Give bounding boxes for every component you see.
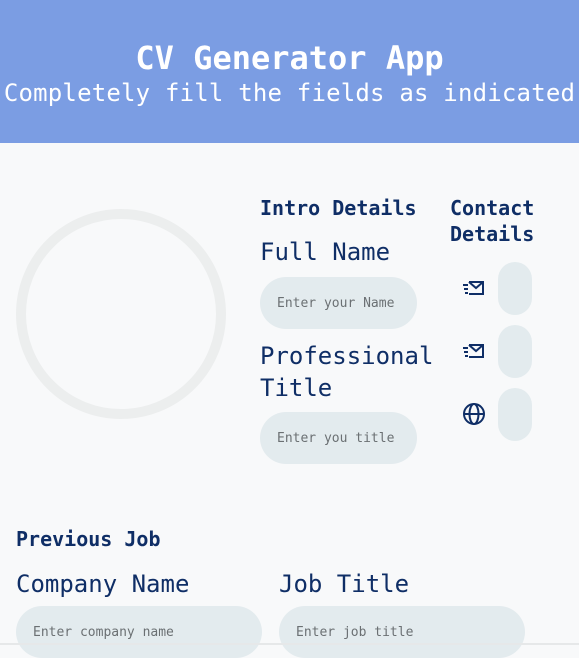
previous-job-section-title: Previous Job xyxy=(16,527,161,551)
contact-section-title: Contact Details xyxy=(450,196,535,246)
company-name-label: Company Name xyxy=(16,570,190,598)
app-title: CV Generator App xyxy=(135,39,444,77)
full-name-input[interactable] xyxy=(260,277,417,329)
profile-photo-placeholder[interactable] xyxy=(16,209,226,419)
job-title-input[interactable] xyxy=(279,606,525,658)
intro-section-title: Intro Details xyxy=(260,196,417,220)
mail-icon xyxy=(463,281,484,295)
globe-icon xyxy=(463,403,485,425)
app-header: CV Generator App Completely fill the fie… xyxy=(0,0,579,143)
app-subtitle: Completely fill the fields as indicated xyxy=(3,79,576,107)
full-name-label: Full Name xyxy=(260,238,391,266)
contact-email-input[interactable] xyxy=(498,262,532,315)
contact-email-secondary-input[interactable] xyxy=(498,325,532,378)
company-name-input[interactable] xyxy=(16,606,262,658)
professional-title-input[interactable] xyxy=(260,412,417,464)
job-title-label: Job Title xyxy=(279,570,410,598)
mail-icon xyxy=(463,344,484,358)
professional-title-label: Professional Title xyxy=(260,342,434,402)
contact-website-input[interactable] xyxy=(498,388,532,441)
